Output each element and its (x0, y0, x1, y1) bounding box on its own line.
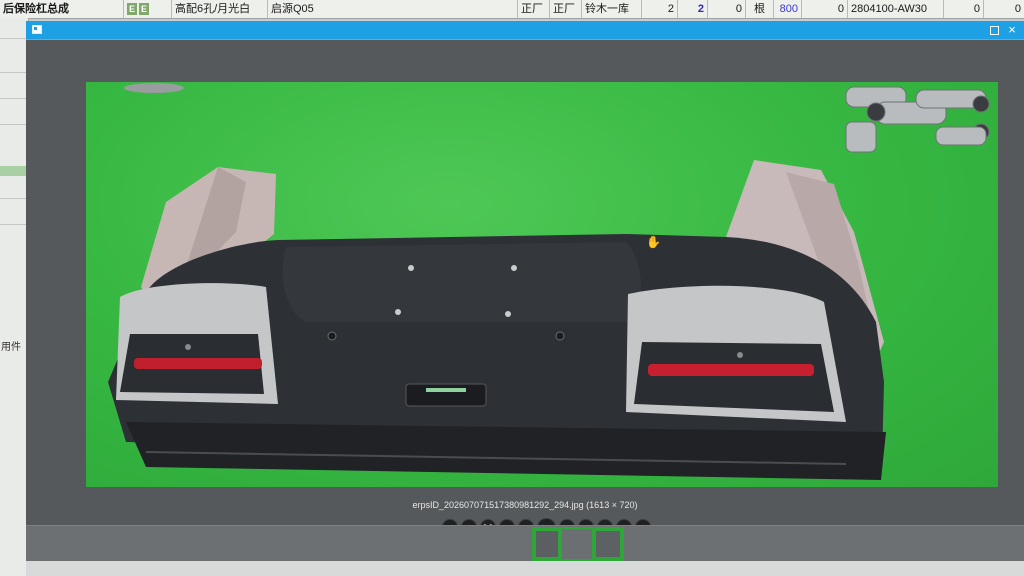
spec-text: 高配6孔/月光白 (175, 3, 251, 15)
spreadsheet-row: 后保险杠总成 EE 高配6孔/月光白 启源Q05 正厂 正厂 铃木一库 2 2 … (0, 0, 1024, 19)
row-divider (0, 38, 28, 39)
row-divider (0, 98, 28, 99)
background-part (124, 83, 184, 93)
bumper-lower-lip (126, 422, 886, 480)
part-code-cell[interactable]: 2804100-AW30 (848, 0, 944, 18)
close-icon[interactable]: × (1006, 23, 1018, 36)
price-cell[interactable]: 800 (774, 0, 802, 18)
qty4-cell[interactable]: 0 (802, 0, 848, 18)
qty6-cell[interactable]: 0 (984, 0, 1024, 18)
part-name-cell[interactable]: 后保险杠总成 (0, 0, 124, 18)
type2-text: 正厂 (553, 3, 575, 15)
row-divider (0, 124, 28, 125)
thumbnail-strip (26, 525, 1024, 562)
hand-cursor-icon: ✋ (646, 235, 661, 249)
qty6-text: 0 (1014, 3, 1021, 15)
warehouse-text: 铃木一库 (585, 3, 629, 15)
warehouse-cell[interactable]: 铃木一库 (582, 0, 642, 18)
type1-text: 正厂 (521, 3, 543, 15)
unit-text: 根 (754, 3, 765, 15)
qty4-text: 0 (837, 3, 844, 15)
qty2-cell[interactable]: 2 (678, 0, 708, 18)
thumbnail-current[interactable] (532, 527, 624, 561)
viewer-content: ✋ erpsID_20260707151738098129​2_294.jpg … (26, 40, 1024, 537)
bumper-photo[interactable]: ✋ (86, 82, 998, 487)
right-tail-light (648, 364, 814, 376)
thumbnail-part (536, 531, 558, 557)
row-divider (0, 224, 28, 225)
model-text: 启源Q05 (271, 3, 314, 15)
image-filename: erpsID_20260707151738098129​2_294.jpg (1… (412, 500, 638, 510)
bumper-illustration: ✋ (108, 83, 990, 480)
spreadsheet-bottom (26, 561, 1024, 576)
viewer-title-bar[interactable]: × (26, 21, 1024, 40)
left-tail-light (134, 358, 262, 369)
price-text: 800 (779, 3, 798, 15)
maximize-icon[interactable] (988, 24, 1000, 36)
badge-e-1: E (127, 3, 137, 16)
type2-cell[interactable]: 正厂 (550, 0, 582, 18)
qty2-text: 2 (697, 3, 704, 15)
unit-cell[interactable]: 根 (746, 0, 774, 18)
thumbnail-part (562, 529, 592, 559)
suspension-parts (845, 86, 990, 153)
side-label: 用件 (1, 342, 21, 353)
qty3-text: 0 (735, 3, 742, 15)
window-icon (32, 25, 42, 34)
qty5-text: 0 (973, 3, 980, 15)
image-viewer-window: × (26, 21, 1024, 562)
selected-row-highlight (0, 166, 28, 176)
spec-cell[interactable]: 高配6孔/月光白 (172, 0, 268, 18)
row-divider (0, 198, 28, 199)
type1-cell[interactable]: 正厂 (518, 0, 550, 18)
spreadsheet-left-column: 用件 (0, 18, 29, 576)
qty1-cell[interactable]: 2 (642, 0, 678, 18)
part-name-text: 后保险杠总成 (3, 3, 69, 15)
badge-cell: EE (124, 0, 172, 18)
badge-e-2: E (139, 3, 149, 16)
qty1-text: 2 (667, 3, 674, 15)
qty5-cell[interactable]: 0 (944, 0, 984, 18)
model-cell[interactable]: 启源Q05 (268, 0, 518, 18)
row-divider (0, 72, 28, 73)
trunk-handle (405, 383, 487, 407)
part-code-text: 2804100-AW30 (851, 3, 928, 15)
qty3-cell[interactable]: 0 (708, 0, 746, 18)
thumbnail-part (596, 531, 620, 557)
